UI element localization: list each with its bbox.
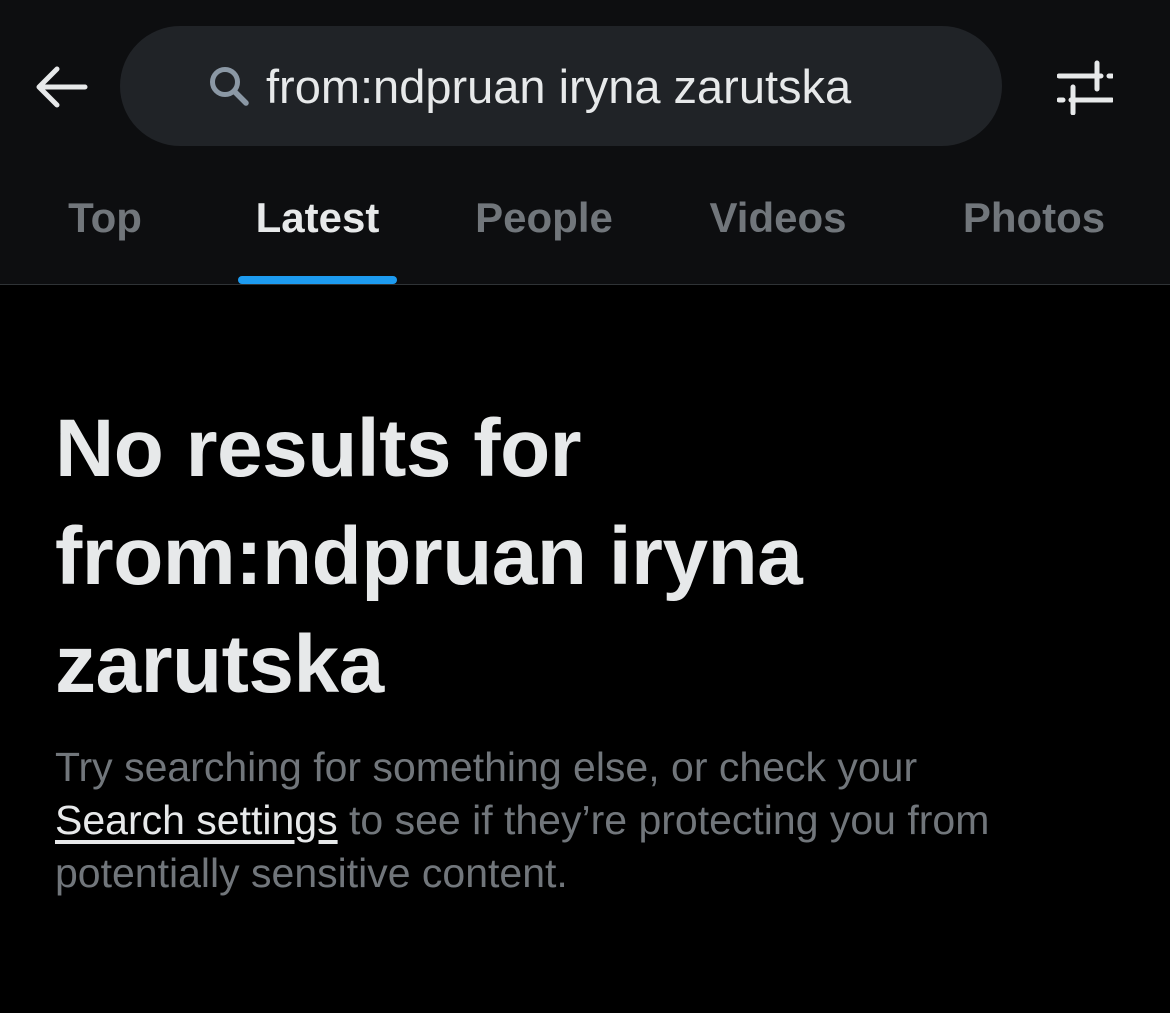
- search-tabs: Top Latest People Videos Photos: [0, 170, 1170, 285]
- empty-state-title: No results for from:ndpruan iryna zaruts…: [55, 395, 1115, 719]
- empty-state-message: Try searching for something else, or che…: [55, 741, 1055, 900]
- search-icon: [206, 63, 252, 109]
- tab-photos[interactable]: Photos: [940, 170, 1128, 285]
- back-button[interactable]: [28, 56, 94, 122]
- arrow-left-icon: [33, 65, 89, 114]
- empty-title-prefix: No results for: [55, 403, 582, 494]
- tab-videos[interactable]: Videos: [688, 170, 868, 285]
- search-results-page: Top Latest People Videos Photos No resul…: [0, 0, 1170, 1013]
- tab-people[interactable]: People: [454, 170, 634, 285]
- tab-top[interactable]: Top: [40, 170, 170, 285]
- message-before-link: Try searching for something else, or che…: [55, 744, 918, 790]
- search-header: Top Latest People Videos Photos: [0, 0, 1170, 285]
- search-filter-button[interactable]: [1052, 56, 1118, 122]
- search-settings-link[interactable]: Search settings: [55, 797, 338, 843]
- empty-title-query: from:ndpruan iryna zarutska: [55, 511, 803, 710]
- sliders-icon: [1056, 59, 1115, 120]
- search-bar[interactable]: [120, 26, 1002, 146]
- tab-latest[interactable]: Latest: [218, 170, 417, 285]
- search-input[interactable]: [266, 58, 916, 114]
- empty-state: No results for from:ndpruan iryna zaruts…: [55, 395, 1115, 900]
- active-tab-indicator: [238, 276, 397, 284]
